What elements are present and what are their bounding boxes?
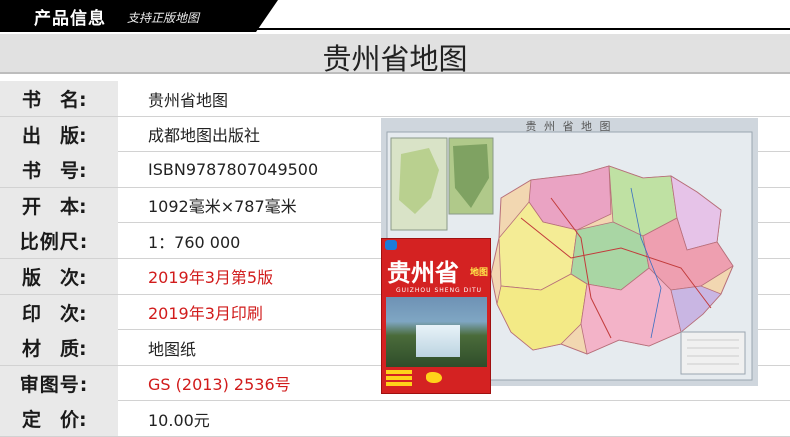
info-value: 10.00元 — [148, 410, 210, 430]
cover-waterfall-photo — [386, 297, 487, 367]
cover-badge-icon — [385, 240, 397, 250]
info-label: 开 本: — [0, 187, 118, 223]
section-header: 产品信息 支持正版地图 — [0, 0, 790, 32]
province-outline-icon — [426, 372, 442, 383]
info-label: 书 号: — [0, 152, 118, 188]
book-cover-image: 贵州省 地图 GUIZHOU SHENG DITU — [381, 238, 491, 394]
info-value: GS (2013) 2536号 — [148, 375, 291, 395]
info-label: 材 质: — [0, 330, 118, 366]
info-value: 贵州省地图 — [148, 90, 229, 110]
section-header-title: 产品信息 — [34, 9, 106, 29]
info-value: 1092毫米×787毫米 — [148, 197, 297, 217]
info-row-title: 书 名: 贵州省地图 — [0, 81, 790, 117]
product-title-band: 贵州省地图 — [0, 34, 790, 76]
info-value: 2019年3月第5版 — [148, 268, 274, 288]
cover-title: 贵州省 — [387, 259, 459, 287]
info-value: 地图纸 — [148, 339, 197, 359]
waterfall-shape — [416, 325, 460, 357]
info-label: 定 价: — [0, 401, 118, 437]
info-value: 1：760 000 — [148, 232, 241, 252]
map-sheet-title: 贵 州 省 地 图 — [526, 120, 613, 133]
info-label: 审图号: — [0, 365, 118, 401]
info-value: 2019年3月印刷 — [148, 304, 263, 324]
info-label: 出 版: — [0, 116, 118, 152]
cover-pinyin: GUIZHOU SHENG DITU — [396, 287, 483, 294]
info-row-price: 定 价: 10.00元 — [0, 401, 790, 437]
info-label: 比例尺: — [0, 223, 118, 259]
cover-strip — [386, 370, 412, 374]
cover-strip — [386, 382, 412, 386]
info-label: 书 名: — [0, 81, 118, 116]
product-title: 贵州省地图 — [322, 42, 468, 76]
info-value: 成都地图出版社 — [148, 126, 261, 146]
info-label: 印 次: — [0, 294, 118, 330]
cover-strip — [386, 376, 412, 380]
info-value: ISBN9787807049500 — [148, 160, 319, 180]
section-header-rule — [256, 28, 790, 30]
info-label: 版 次: — [0, 258, 118, 294]
section-header-tab: 产品信息 支持正版地图 — [0, 0, 278, 32]
section-header-subtitle: 支持正版地图 — [127, 11, 200, 25]
cover-title-small: 地图 — [470, 268, 489, 278]
